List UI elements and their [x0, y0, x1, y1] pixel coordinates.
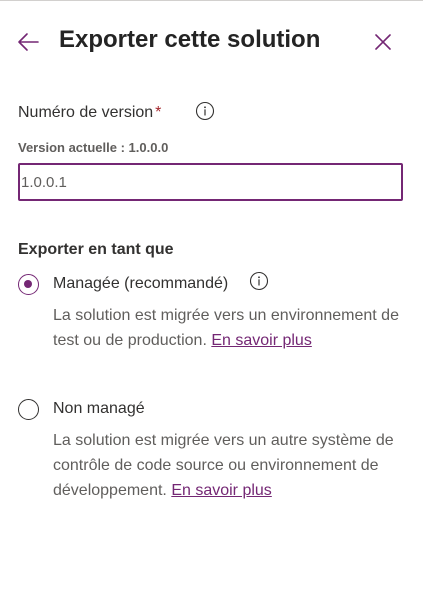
back-button[interactable] — [14, 28, 42, 56]
required-marker: * — [155, 104, 162, 121]
managed-description: La solution est migrée vers un environne… — [53, 303, 408, 353]
radio-unmanaged-label: Non managé — [53, 400, 145, 417]
panel-title: Exporter cette solution — [59, 26, 321, 53]
arrow-left-icon — [18, 33, 39, 51]
learn-more-link[interactable]: En savoir plus — [171, 482, 272, 499]
unmanaged-description: La solution est migrée vers un autre sys… — [53, 428, 408, 503]
close-button[interactable] — [369, 28, 397, 56]
info-icon[interactable] — [249, 271, 269, 291]
radio-managed-label: Managée (recommandé) — [53, 275, 229, 292]
info-icon[interactable] — [195, 101, 215, 121]
top-divider — [0, 0, 423, 1]
radio-managed-circle[interactable] — [18, 274, 39, 295]
panel-header: Exporter cette solution — [0, 18, 423, 68]
learn-more-link[interactable]: En savoir plus — [211, 332, 312, 349]
current-version-text: Version actuelle : 1.0.0.0 — [18, 140, 169, 155]
version-label: Numéro de version — [18, 104, 154, 121]
close-icon — [375, 34, 391, 50]
version-label-row: Numéro de version * — [18, 101, 215, 128]
radio-selected-dot — [24, 280, 32, 288]
version-number-input[interactable] — [18, 163, 403, 201]
export-as-title: Exporter en tant que — [18, 241, 174, 258]
radio-unmanaged-circle[interactable] — [18, 399, 39, 420]
